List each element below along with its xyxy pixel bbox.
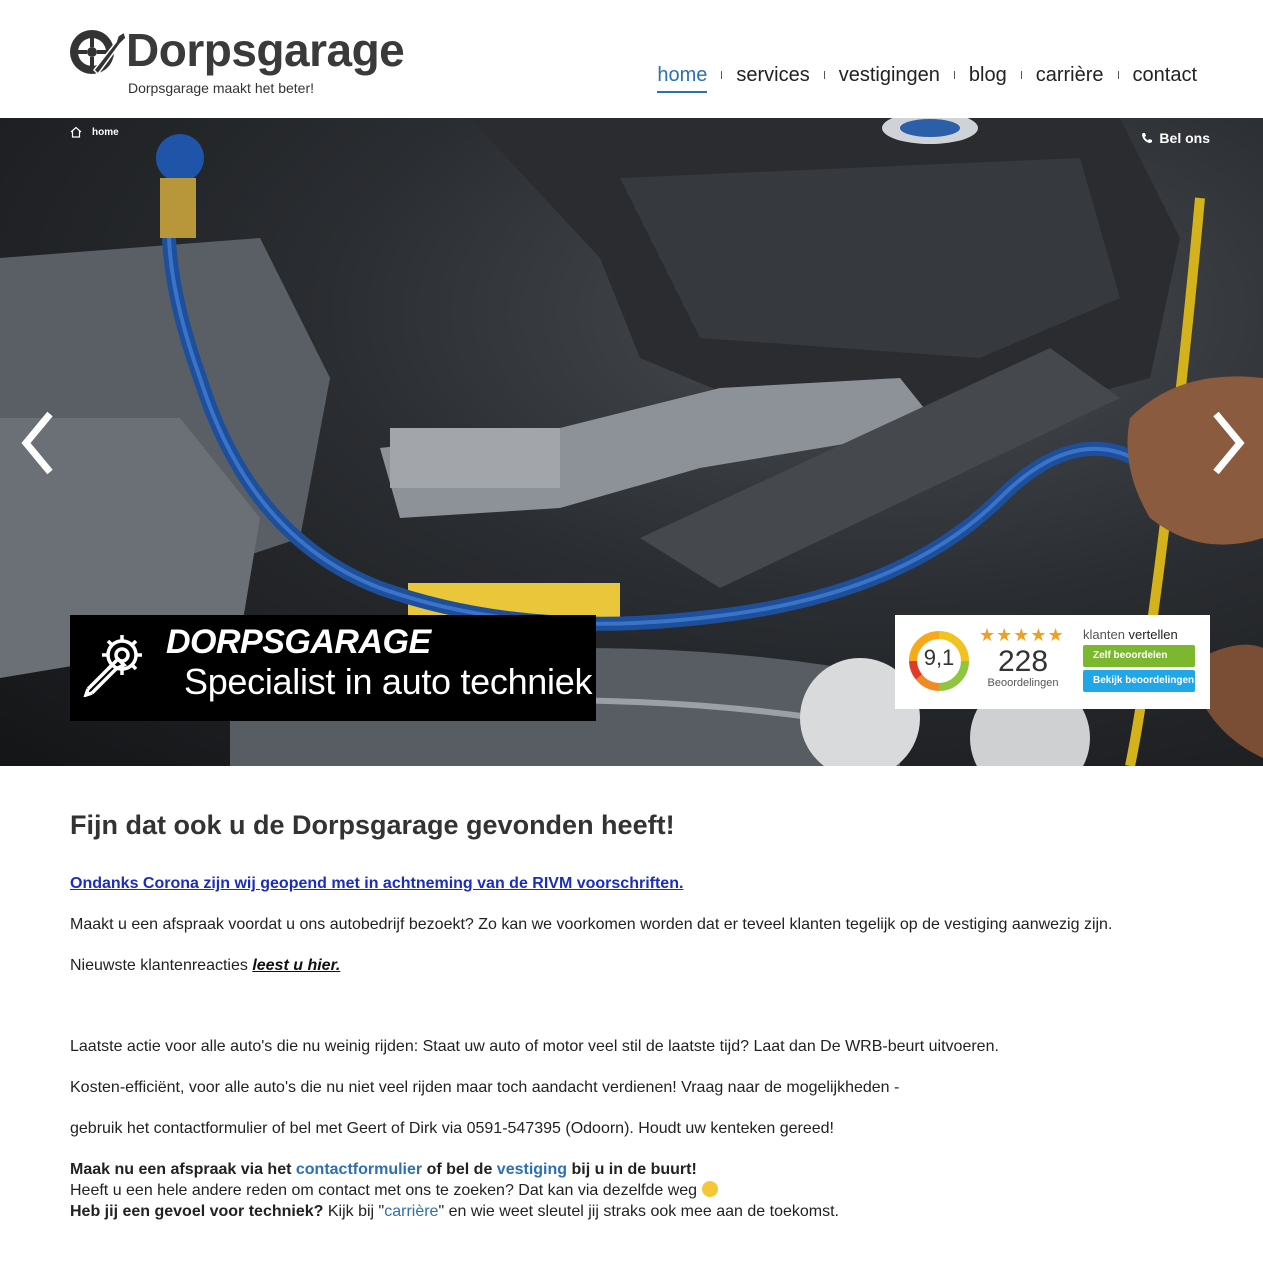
brand-name: Dorpsgarage — [126, 24, 405, 76]
nav-vestigingen[interactable]: vestigingen — [825, 60, 954, 90]
vestiging-link[interactable]: vestiging — [497, 1161, 567, 1178]
cta-line: Maak nu een afspraak via het contactform… — [70, 1159, 1200, 1180]
reviews-prefix: Nieuwste klantenreacties — [70, 957, 253, 974]
contact-paragraph: gebruik het contactformulier of bel met … — [70, 1120, 834, 1137]
gear-wrench-icon — [83, 635, 142, 697]
rating-count-label: Beoordelingen — [987, 677, 1059, 689]
wheel-wrench-logo-icon — [70, 30, 127, 76]
rating-count: 228 — [997, 645, 1049, 678]
action-paragraph: Laatste actie voor alle auto's die nu we… — [70, 1038, 999, 1055]
nav-blog[interactable]: blog — [955, 60, 1021, 90]
rating-tag-suffix: vertellen — [1128, 627, 1178, 642]
nav-contact[interactable]: contact — [1119, 60, 1211, 90]
contactform-link[interactable]: contactformulier — [296, 1161, 422, 1178]
appointment-paragraph: Maakt u een afspraak voordat u ons autob… — [70, 916, 1113, 933]
carriere-link[interactable]: carrière — [384, 1203, 438, 1220]
nav-home[interactable]: home — [643, 60, 721, 93]
corona-notice-link[interactable]: Ondanks Corona zijn wij geopend met in a… — [70, 875, 683, 892]
rating-stars: ★★★★★ — [979, 625, 1065, 645]
tech-line: Heb jij een gevoel voor techniek? Kijk b… — [70, 1201, 1200, 1222]
reviews-paragraph: Nieuwste klantenreacties leest u hier. — [70, 955, 1200, 976]
tech-text-2: " en wie weet sleutel jij straks ook mee… — [438, 1203, 839, 1220]
call-us-label: Bel ons — [1159, 130, 1210, 146]
rating-tagline: klanten vertellen — [1083, 627, 1178, 642]
phone-icon — [1142, 133, 1153, 143]
cta-text-3: bij u in de buurt! — [567, 1161, 697, 1178]
hero-slider: home Bel ons DORPSGARAGE Specialist in a… — [0, 118, 1263, 766]
breadcrumb-home[interactable]: home — [92, 127, 119, 138]
breadcrumb: home — [70, 126, 119, 138]
write-review-button[interactable]: Zelf beoordelen — [1083, 645, 1195, 667]
banner-title: DORPSGARAGE — [166, 623, 431, 661]
rating-tag-prefix: klanten — [1083, 627, 1125, 642]
view-reviews-button[interactable]: Bekijk beoordelingen — [1083, 670, 1195, 692]
reviews-link[interactable]: leest u hier. — [252, 957, 340, 974]
page-title: Fijn dat ook u de Dorpsgarage gevonden h… — [70, 810, 675, 840]
tech-text-1: Kijk bij " — [323, 1203, 385, 1220]
chevron-left-icon[interactable] — [18, 408, 58, 478]
main-nav: home services vestigingen blog carrière … — [643, 60, 1211, 93]
rating-widget: 9,1 ★★★★★ 228 Beoordelingen klanten vert… — [895, 615, 1210, 709]
logo[interactable]: Dorpsgarage Dorpsgarage maakt het beter! — [68, 22, 428, 102]
banner-subtitle: Specialist in auto techniek — [184, 661, 593, 702]
rating-score: 9,1 — [923, 645, 955, 670]
tech-bold-text: Heb jij een gevoel voor techniek? — [70, 1203, 324, 1220]
nav-services[interactable]: services — [722, 60, 823, 90]
other-reason-text: Heeft u een hele andere reden om contact… — [70, 1182, 702, 1199]
hero-banner: DORPSGARAGE Specialist in auto techniek — [70, 615, 596, 721]
cost-paragraph: Kosten-efficiënt, voor alle auto's die n… — [70, 1079, 900, 1096]
site-header: Dorpsgarage Dorpsgarage maakt het beter!… — [0, 0, 1263, 118]
nav-carriere[interactable]: carrière — [1022, 60, 1118, 90]
call-us-button[interactable]: Bel ons — [1141, 130, 1210, 146]
cta-text-2: of bel de — [422, 1161, 497, 1178]
cta-text-1: Maak nu een afspraak via het — [70, 1161, 296, 1178]
brand-tagline: Dorpsgarage maakt het beter! — [128, 80, 314, 96]
chevron-right-icon[interactable] — [1208, 408, 1248, 478]
home-icon[interactable] — [70, 126, 82, 138]
main-content: Fijn dat ook u de Dorpsgarage gevonden h… — [70, 810, 1200, 1222]
wink-emoji-icon — [701, 1181, 718, 1197]
other-reason-line: Heeft u een hele andere reden om contact… — [70, 1180, 1200, 1201]
